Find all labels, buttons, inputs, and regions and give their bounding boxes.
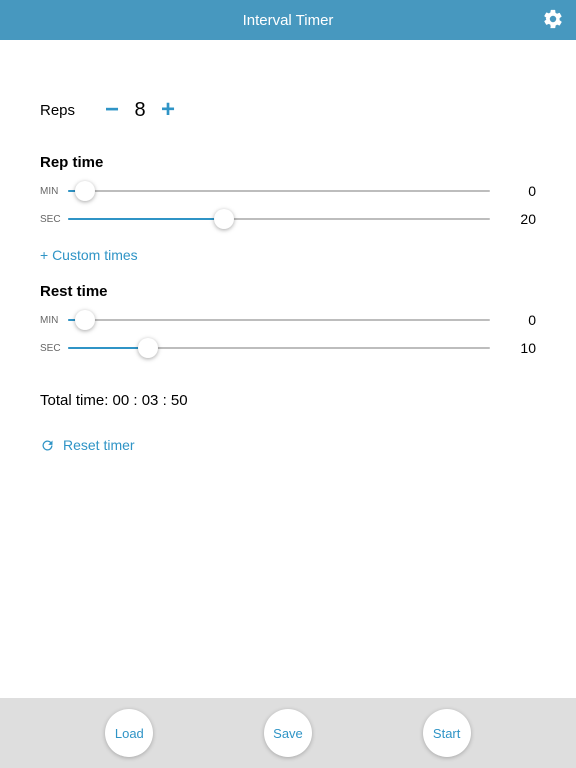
reps-decrement-button[interactable]: − bbox=[99, 96, 125, 124]
rep-time-min-row: MIN 0 bbox=[40, 183, 536, 199]
rest-time-min-value: 0 bbox=[508, 312, 536, 328]
rep-time-sec-slider[interactable] bbox=[68, 218, 490, 220]
rep-time-title: Rep time bbox=[40, 154, 536, 171]
rep-time-sec-row: SEC 20 bbox=[40, 211, 536, 227]
rest-time-sec-label: SEC bbox=[40, 343, 68, 354]
reset-timer-button[interactable]: Reset timer bbox=[40, 437, 536, 453]
reps-row: Reps − 8 + bbox=[40, 96, 536, 124]
total-time-value: 00 : 03 : 50 bbox=[113, 392, 188, 409]
page-title: Interval Timer bbox=[243, 12, 334, 29]
rest-time-sec-value: 10 bbox=[508, 340, 536, 356]
slider-thumb[interactable] bbox=[75, 310, 95, 330]
rep-time-sec-value: 20 bbox=[508, 211, 536, 227]
start-button[interactable]: Start bbox=[423, 709, 471, 757]
settings-button[interactable] bbox=[542, 8, 564, 35]
total-time-label: Total time: bbox=[40, 392, 108, 409]
slider-fill bbox=[68, 218, 224, 220]
save-button[interactable]: Save bbox=[264, 709, 312, 757]
rest-time-min-label: MIN bbox=[40, 315, 68, 326]
custom-times-button[interactable]: + Custom times bbox=[40, 247, 536, 263]
rep-time-min-value: 0 bbox=[508, 183, 536, 199]
slider-thumb[interactable] bbox=[138, 338, 158, 358]
slider-thumb[interactable] bbox=[75, 181, 95, 201]
rest-time-sec-slider[interactable] bbox=[68, 347, 490, 349]
rep-time-sec-label: SEC bbox=[40, 214, 68, 225]
footer: Load Save Start bbox=[0, 698, 576, 768]
rest-time-title: Rest time bbox=[40, 283, 536, 300]
main-content: Reps − 8 + Rep time MIN 0 SEC 20 + Custo… bbox=[0, 96, 576, 453]
reps-increment-button[interactable]: + bbox=[155, 96, 181, 124]
slider-fill bbox=[68, 347, 148, 349]
rest-time-min-row: MIN 0 bbox=[40, 312, 536, 328]
gear-icon bbox=[542, 8, 564, 30]
rest-time-sec-row: SEC 10 bbox=[40, 340, 536, 356]
total-time: Total time: 00 : 03 : 50 bbox=[40, 392, 536, 409]
rep-time-min-label: MIN bbox=[40, 186, 68, 197]
reset-timer-label: Reset timer bbox=[63, 437, 135, 453]
reps-value: 8 bbox=[125, 99, 155, 122]
slider-thumb[interactable] bbox=[214, 209, 234, 229]
rest-time-min-slider[interactable] bbox=[68, 319, 490, 321]
load-button[interactable]: Load bbox=[105, 709, 153, 757]
reps-label: Reps bbox=[40, 102, 75, 119]
header: Interval Timer bbox=[0, 0, 576, 40]
refresh-icon bbox=[40, 438, 55, 453]
rep-time-min-slider[interactable] bbox=[68, 190, 490, 192]
